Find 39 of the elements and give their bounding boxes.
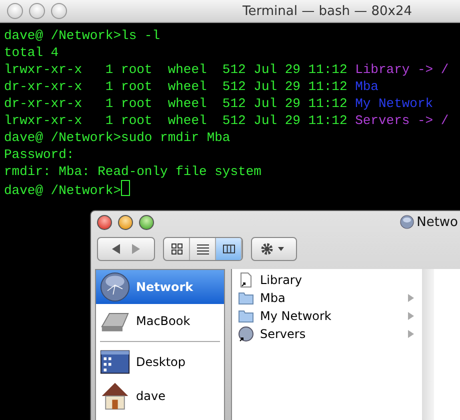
folder-icon [238,290,254,306]
sidebar-item[interactable]: dave [96,379,224,413]
terminal-line: dave@ /Network>sudo rmdir Mba [4,129,232,146]
file-list-item[interactable]: Library [232,271,422,289]
close-button[interactable] [7,3,23,19]
action-menu-button[interactable] [251,237,297,261]
terminal-line: lrwxr-xr-x 1 root wheel 512 Jul 29 11:12 Servers -> / [4,112,450,129]
terminal-line: dave@ /Network>ls -l [4,27,162,44]
globe-icon [400,215,414,229]
zoom-button[interactable] [51,3,67,19]
minimize-button[interactable] [29,3,45,19]
back-forward-buttons[interactable] [97,237,155,261]
globe-icon [100,272,130,302]
terminal-line: lrwxr-xr-x 1 root wheel 512 Jul 29 11:12 Library -> / [4,61,450,78]
columns-icon [222,243,234,255]
column-view-button[interactable] [216,238,242,260]
terminal-line: Password: [4,146,76,163]
file-list-item[interactable]: Servers [232,325,422,343]
sidebar-item[interactable]: MacBook [96,304,224,338]
close-button[interactable] [97,214,112,230]
server-alias-icon [238,326,254,342]
terminal-line: total 4 [4,44,60,61]
sidebar-item[interactable]: Network [96,270,224,304]
terminal-line: dave@ /Network> [4,180,460,197]
file-list-item[interactable]: My Network [232,307,422,325]
terminal-line: rmdir: Mba: Read-only file system [4,163,262,180]
list-icon [196,243,208,255]
zoom-button[interactable] [139,214,154,230]
sidebar-item[interactable]: Desktop [96,345,224,379]
terminal-line: dr-xr-xr-x 1 root wheel 512 Jul 29 11:12 My Network [4,95,434,112]
file-list-item[interactable]: Mba [232,289,422,307]
window-title: Terminal — bash — 80x24 [242,4,412,18]
document-alias-icon [238,272,254,288]
window-title: Netwo [416,214,458,230]
minimize-button[interactable] [118,214,133,230]
house-icon [100,381,130,411]
terminal-line: dr-xr-xr-x 1 root wheel 512 Jul 29 11:12 Mba [4,78,380,95]
icon-grid-icon [170,243,182,255]
folder-icon [238,308,254,324]
